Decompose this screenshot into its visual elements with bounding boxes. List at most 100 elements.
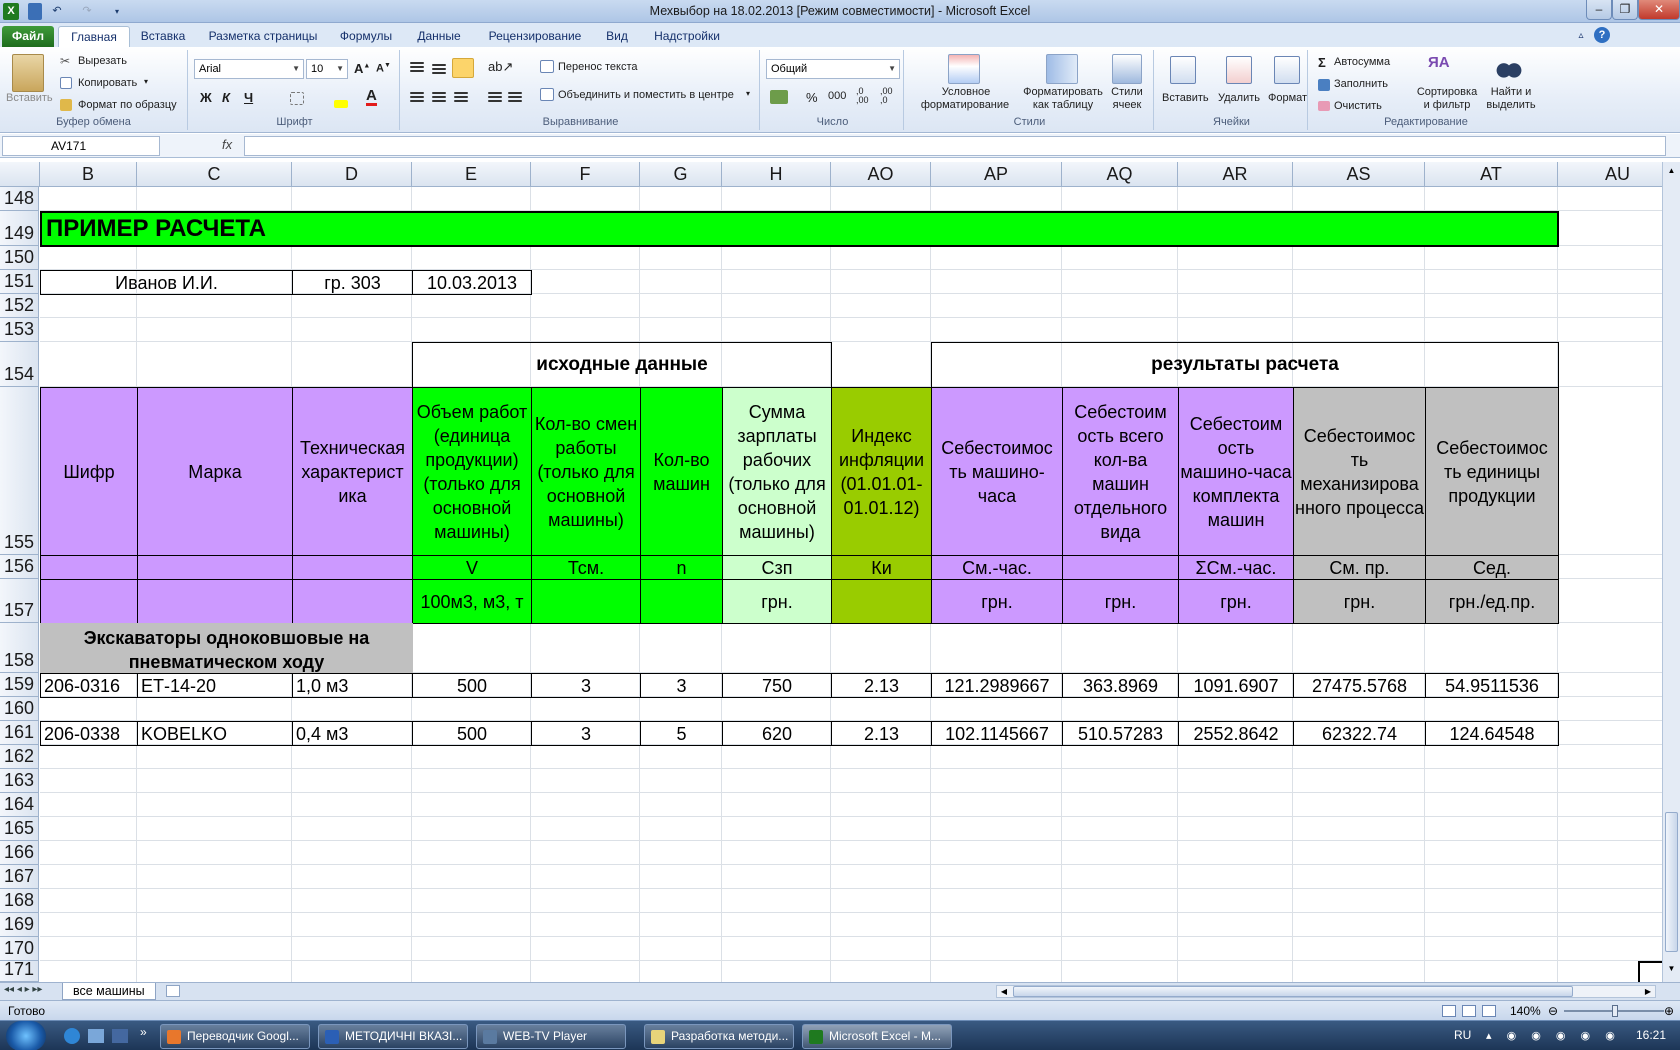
row-header-170[interactable]: 170	[0, 937, 39, 961]
autosum-button[interactable]: Автосумма	[1334, 56, 1390, 68]
shrink-font-icon[interactable]: A▼	[376, 62, 391, 75]
minimize-button[interactable]: –	[1586, 0, 1612, 20]
unit-work-volume[interactable]: 100м3, м3, т	[412, 579, 532, 624]
tab-review[interactable]: Рецензирование	[480, 26, 590, 47]
scroll-up-icon[interactable]: ▲	[1665, 164, 1678, 178]
symbol-unit-cost[interactable]: Сед.	[1425, 555, 1559, 580]
clear-button[interactable]: Очистить	[1334, 100, 1382, 112]
task-excel[interactable]: Microsoft Excel - M...	[802, 1024, 952, 1049]
format-painter-button[interactable]: Формат по образцу	[78, 99, 177, 111]
data-row-1-shift-count[interactable]: 3	[531, 673, 641, 698]
row-header-153[interactable]: 153	[0, 318, 39, 342]
tab-formulas[interactable]: Формулы	[334, 26, 398, 47]
header-machine-hour-cost[interactable]: Себестоимос ть машино-часа	[931, 387, 1063, 556]
section-results[interactable]: результаты расчета	[931, 342, 1559, 388]
zoom-level[interactable]: 140%	[1510, 1004, 1541, 1018]
tab-home[interactable]: Главная	[58, 26, 130, 47]
row-header-164[interactable]: 164	[0, 793, 39, 817]
header-unit-cost[interactable]: Себестоимос ть единицы продукции	[1425, 387, 1559, 556]
row-header-163[interactable]: 163	[0, 769, 39, 793]
tray-icons[interactable]: ▴ ◉ ◉ ◉ ◉ ◉	[1486, 1029, 1626, 1043]
unit-machine-count[interactable]	[640, 579, 723, 624]
data-row-1-process-cost[interactable]: 27475.5768	[1293, 673, 1426, 698]
column-header-f[interactable]: F	[531, 162, 640, 187]
wrap-text-button[interactable]: Перенос текста	[558, 61, 638, 73]
tab-data[interactable]: Данные	[410, 26, 468, 47]
normal-view-icon[interactable]	[1442, 1005, 1456, 1017]
increase-indent-icon[interactable]	[508, 92, 522, 94]
cut-button[interactable]: Вырезать	[78, 55, 127, 67]
find-select-line2[interactable]: выделить	[1484, 99, 1538, 111]
underline-button[interactable]: Ч	[244, 90, 253, 105]
row-header-165[interactable]: 165	[0, 817, 39, 841]
header-total-machines-cost[interactable]: Себестоим ость всего кол-ва машин отдель…	[1062, 387, 1179, 556]
section-input-data[interactable]: исходные данные	[412, 342, 832, 388]
conditional-format-line2[interactable]: форматирование	[910, 99, 1020, 111]
data-row-1-code[interactable]: 206-0316	[40, 673, 138, 698]
sheet-tab-all-machines[interactable]: все машины	[62, 983, 156, 1000]
symbol-machine-count[interactable]: n	[640, 555, 723, 580]
row-header-159[interactable]: 159	[0, 673, 39, 697]
column-header-b[interactable]: B	[40, 162, 137, 187]
row-header-161[interactable]: 161	[0, 721, 39, 745]
page-layout-view-icon[interactable]	[1462, 1005, 1476, 1017]
new-sheet-icon[interactable]	[166, 985, 180, 997]
delete-cells-button[interactable]: Удалить	[1218, 92, 1260, 104]
data-row-2-process-cost[interactable]: 62322.74	[1293, 721, 1426, 746]
merge-center-button[interactable]: Объединить и поместить в центре	[558, 89, 734, 101]
font-color-icon[interactable]: A	[366, 88, 377, 106]
header-wage-sum[interactable]: Сумма зарплаты рабочих (только для основ…	[722, 387, 832, 556]
column-header-au[interactable]: AU	[1558, 162, 1678, 187]
decrease-decimal-icon[interactable]: ,00,0	[880, 87, 893, 105]
worksheet-grid[interactable]: B C D E F G H AO AP AQ AR AS AT AU 148 149 150 151 152 153…	[0, 162, 1678, 985]
page-break-view-icon[interactable]	[1482, 1005, 1496, 1017]
unit-machine-hour-cost[interactable]: грн.	[931, 579, 1063, 624]
banner-title[interactable]: ПРИМЕР РАСЧЕТА	[40, 211, 1559, 247]
italic-button[interactable]: К	[222, 90, 230, 105]
report-date[interactable]: 10.03.2013	[412, 270, 532, 295]
header-work-volume[interactable]: Объем работ (единица продукции) (только …	[412, 387, 532, 556]
data-row-1-inflation-index[interactable]: 2.13	[831, 673, 932, 698]
formula-input[interactable]	[244, 136, 1666, 156]
header-code[interactable]: Шифр	[40, 387, 138, 556]
select-all-corner[interactable]	[0, 162, 40, 187]
header-machine-count[interactable]: Кол-во машин	[640, 387, 723, 556]
row-header-169[interactable]: 169	[0, 913, 39, 937]
task-word-doc[interactable]: МЕТОДИЧНІ ВКАЗІ...	[318, 1024, 468, 1049]
align-left-icon[interactable]	[410, 92, 424, 94]
paste-button[interactable]: Вставить	[6, 92, 53, 104]
conditional-format-line1[interactable]: Условное	[938, 86, 994, 98]
start-button[interactable]	[6, 1021, 46, 1050]
grow-font-icon[interactable]: A▲	[354, 61, 370, 76]
data-row-1-machine-hour-cost[interactable]: 121.2989667	[931, 673, 1063, 698]
symbol-inflation-index[interactable]: Ки	[831, 555, 932, 580]
symbol-process-cost[interactable]: См. пр.	[1293, 555, 1426, 580]
taskbar-overflow-icon[interactable]: »	[140, 1025, 147, 1039]
fill-button[interactable]: Заполнить	[1334, 78, 1388, 90]
align-right-icon[interactable]	[454, 92, 468, 94]
row-header-171[interactable]: 171	[0, 959, 39, 982]
data-row-2-unit-cost[interactable]: 124.64548	[1425, 721, 1559, 746]
data-row-1-unit-cost[interactable]: 54.9511536	[1425, 673, 1559, 698]
data-row-1-machine-count[interactable]: 3	[640, 673, 723, 698]
unit-tech-spec[interactable]	[292, 579, 413, 624]
zoom-slider-thumb[interactable]	[1612, 1005, 1618, 1017]
scroll-left-icon[interactable]: ◀	[997, 986, 1011, 997]
ie-icon[interactable]	[64, 1028, 80, 1044]
hscroll-thumb[interactable]	[1013, 986, 1573, 997]
font-size-combo[interactable]: 10 ▼	[306, 59, 348, 79]
data-row-2-code[interactable]: 206-0338	[40, 721, 138, 746]
currency-format-icon[interactable]	[770, 90, 788, 104]
align-bottom-icon[interactable]	[452, 58, 474, 78]
format-as-table-line1[interactable]: Форматировать	[1018, 86, 1108, 98]
text-orientation-icon[interactable]: ab↗	[488, 59, 513, 75]
student-group[interactable]: гр. 303	[292, 270, 413, 295]
data-row-1-machine-set-hour-cost[interactable]: 1091.6907	[1178, 673, 1294, 698]
row-header-157[interactable]: 157	[0, 579, 39, 623]
explorer-icon[interactable]	[88, 1029, 104, 1043]
name-box[interactable]: AV171	[2, 136, 160, 156]
column-header-h[interactable]: H	[722, 162, 831, 187]
row-header-162[interactable]: 162	[0, 745, 39, 769]
column-header-c[interactable]: C	[137, 162, 292, 187]
unit-machine-set-hour-cost[interactable]: грн.	[1178, 579, 1294, 624]
